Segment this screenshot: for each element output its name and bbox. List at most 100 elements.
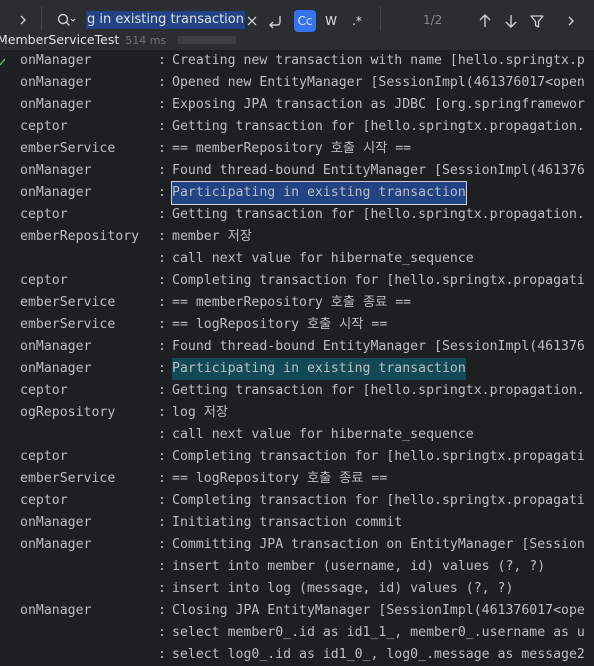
search-input[interactable]: g in existing transaction	[86, 11, 245, 29]
log-message: Participating in existing transaction	[172, 358, 466, 380]
close-icon[interactable]	[245, 12, 259, 30]
log-logger-name: ceptor	[20, 493, 68, 508]
log-separator: :	[158, 471, 166, 486]
log-message: Creating new transaction with name [hell…	[172, 53, 585, 68]
log-logger-name: emberService	[20, 141, 116, 156]
log-logger-name: ceptor	[20, 207, 68, 222]
test-progress-bar	[178, 36, 236, 44]
log-separator: :	[158, 581, 166, 596]
log-separator: :	[158, 427, 166, 442]
log-logger-name: onManager	[20, 603, 92, 618]
log-line: : call next value for hibernate_sequence	[0, 424, 594, 446]
chevron-right-icon[interactable]	[564, 12, 578, 30]
log-message: == logRepository 호출 시작 ==	[172, 317, 388, 332]
log-logger-name: ceptor	[20, 383, 68, 398]
log-separator: :	[158, 383, 166, 398]
log-line: onManager: Closing JPA EntityManager [Ses…	[0, 600, 594, 622]
log-message: Getting transaction for [hello.springtx.…	[172, 207, 585, 222]
log-separator: :	[158, 625, 166, 640]
log-message: call next value for hibernate_sequence	[172, 427, 474, 442]
log-separator: :	[158, 141, 166, 156]
log-line: emberService: == memberRepository 호출 시작 =…	[0, 138, 594, 160]
log-message: Committing JPA transaction on EntityMana…	[172, 537, 585, 552]
log-line: : insert into member (username, id) value…	[0, 556, 594, 578]
match-case-toggle[interactable]: Cc	[294, 10, 316, 32]
log-line: onManager: Found thread-bound EntityManag…	[0, 336, 594, 358]
log-line: onManager: Initiating transaction commit	[0, 512, 594, 534]
log-message: Completing transaction for [hello.spring…	[172, 273, 585, 288]
match-counter: 1/2	[423, 13, 443, 27]
arrow-up-icon[interactable]	[477, 12, 493, 30]
log-separator: :	[158, 515, 166, 530]
log-message: select log0_.id as id1_0_, log0_.message…	[172, 647, 585, 662]
log-logger-name: ceptor	[20, 449, 68, 464]
log-separator: :	[158, 119, 166, 134]
test-result-row[interactable]: MemberServiceTest 514 ms	[0, 31, 166, 49]
log-message: Getting transaction for [hello.springtx.…	[172, 119, 585, 134]
log-message: Found thread-bound EntityManager [Sessio…	[172, 339, 585, 354]
log-message: Found thread-bound EntityManager [Sessio…	[172, 163, 585, 178]
log-line: onManager: Opened new EntityManager [Sess…	[0, 72, 594, 94]
log-separator: :	[158, 53, 166, 68]
log-message: select member0_.id as id1_1_, member0_.u…	[172, 625, 585, 640]
log-logger-name: onManager	[20, 537, 92, 552]
log-line: emberRepository: member 저장	[0, 226, 594, 248]
log-line: ceptor: Completing transaction for [hello…	[0, 446, 594, 468]
log-separator: :	[158, 537, 166, 552]
log-line: : insert into log (message, id) values (?…	[0, 578, 594, 600]
log-logger-name: ceptor	[20, 119, 68, 134]
log-logger-name: onManager	[20, 361, 92, 376]
log-logger-name: ogRepository	[20, 405, 116, 420]
log-separator: :	[158, 273, 166, 288]
log-logger-name: onManager	[20, 515, 92, 530]
log-message: call next value for hibernate_sequence	[172, 251, 474, 266]
log-line: onManager: Found thread-bound EntityManag…	[0, 160, 594, 182]
log-line: : call next value for hibernate_sequence	[0, 248, 594, 270]
search-icon[interactable]	[56, 11, 76, 29]
log-message: Closing JPA EntityManager [SessionImpl(4…	[172, 603, 585, 618]
log-message: Getting transaction for [hello.springtx.…	[172, 383, 585, 398]
log-separator: :	[158, 185, 166, 200]
log-separator: :	[158, 295, 166, 310]
log-line: ceptor: Completing transaction for [hello…	[0, 490, 594, 512]
log-separator: :	[158, 251, 166, 266]
log-separator: :	[158, 493, 166, 508]
log-line: ceptor: Getting transaction for [hello.sp…	[0, 380, 594, 402]
log-separator: :	[158, 229, 166, 244]
log-message: insert into log (message, id) values (?,…	[172, 581, 514, 596]
log-logger-name: ceptor	[20, 273, 68, 288]
log-line: : select member0_.id as id1_1_, member0_.…	[0, 622, 594, 644]
find-toolbar: g in existing transaction Cc W .* 1/2 Me…	[0, 0, 594, 50]
log-separator: :	[158, 647, 166, 662]
log-separator: :	[158, 361, 166, 376]
newline-icon[interactable]	[266, 12, 284, 30]
log-separator: :	[158, 449, 166, 464]
log-line: ogRepository: log 저장	[0, 402, 594, 424]
regex-toggle[interactable]: .*	[346, 10, 368, 32]
log-logger-name: onManager	[20, 53, 92, 68]
log-message: == memberRepository 호출 시작 ==	[172, 141, 412, 156]
log-message: Exposing JPA transaction as JDBC [org.sp…	[172, 97, 585, 112]
log-line: emberService: == logRepository 호출 시작 ==	[0, 314, 594, 336]
log-line: emberService: == logRepository 호출 종료 ==	[0, 468, 594, 490]
log-line: onManager: Creating new transaction with …	[0, 50, 594, 72]
log-line: ceptor: Getting transaction for [hello.sp…	[0, 204, 594, 226]
log-line: ceptor: Getting transaction for [hello.sp…	[0, 116, 594, 138]
log-separator: :	[158, 207, 166, 222]
chevron-right-icon[interactable]	[16, 11, 30, 29]
log-separator: :	[158, 339, 166, 354]
words-toggle[interactable]: W	[320, 10, 342, 32]
log-logger-name: emberService	[20, 317, 116, 332]
log-separator: :	[158, 97, 166, 112]
arrow-down-icon[interactable]	[503, 12, 519, 30]
log-message: log 저장	[172, 405, 229, 420]
log-logger-name: emberService	[20, 471, 116, 486]
log-message: Completing transaction for [hello.spring…	[172, 493, 585, 508]
toolbar-divider	[380, 6, 381, 30]
log-message: insert into member (username, id) values…	[172, 559, 546, 574]
log-separator: :	[158, 163, 166, 178]
log-line: onManager: Committing JPA transaction on …	[0, 534, 594, 556]
log-message: Opened new EntityManager [SessionImpl(46…	[172, 75, 585, 90]
log-separator: :	[158, 559, 166, 574]
filter-icon[interactable]	[529, 12, 545, 30]
